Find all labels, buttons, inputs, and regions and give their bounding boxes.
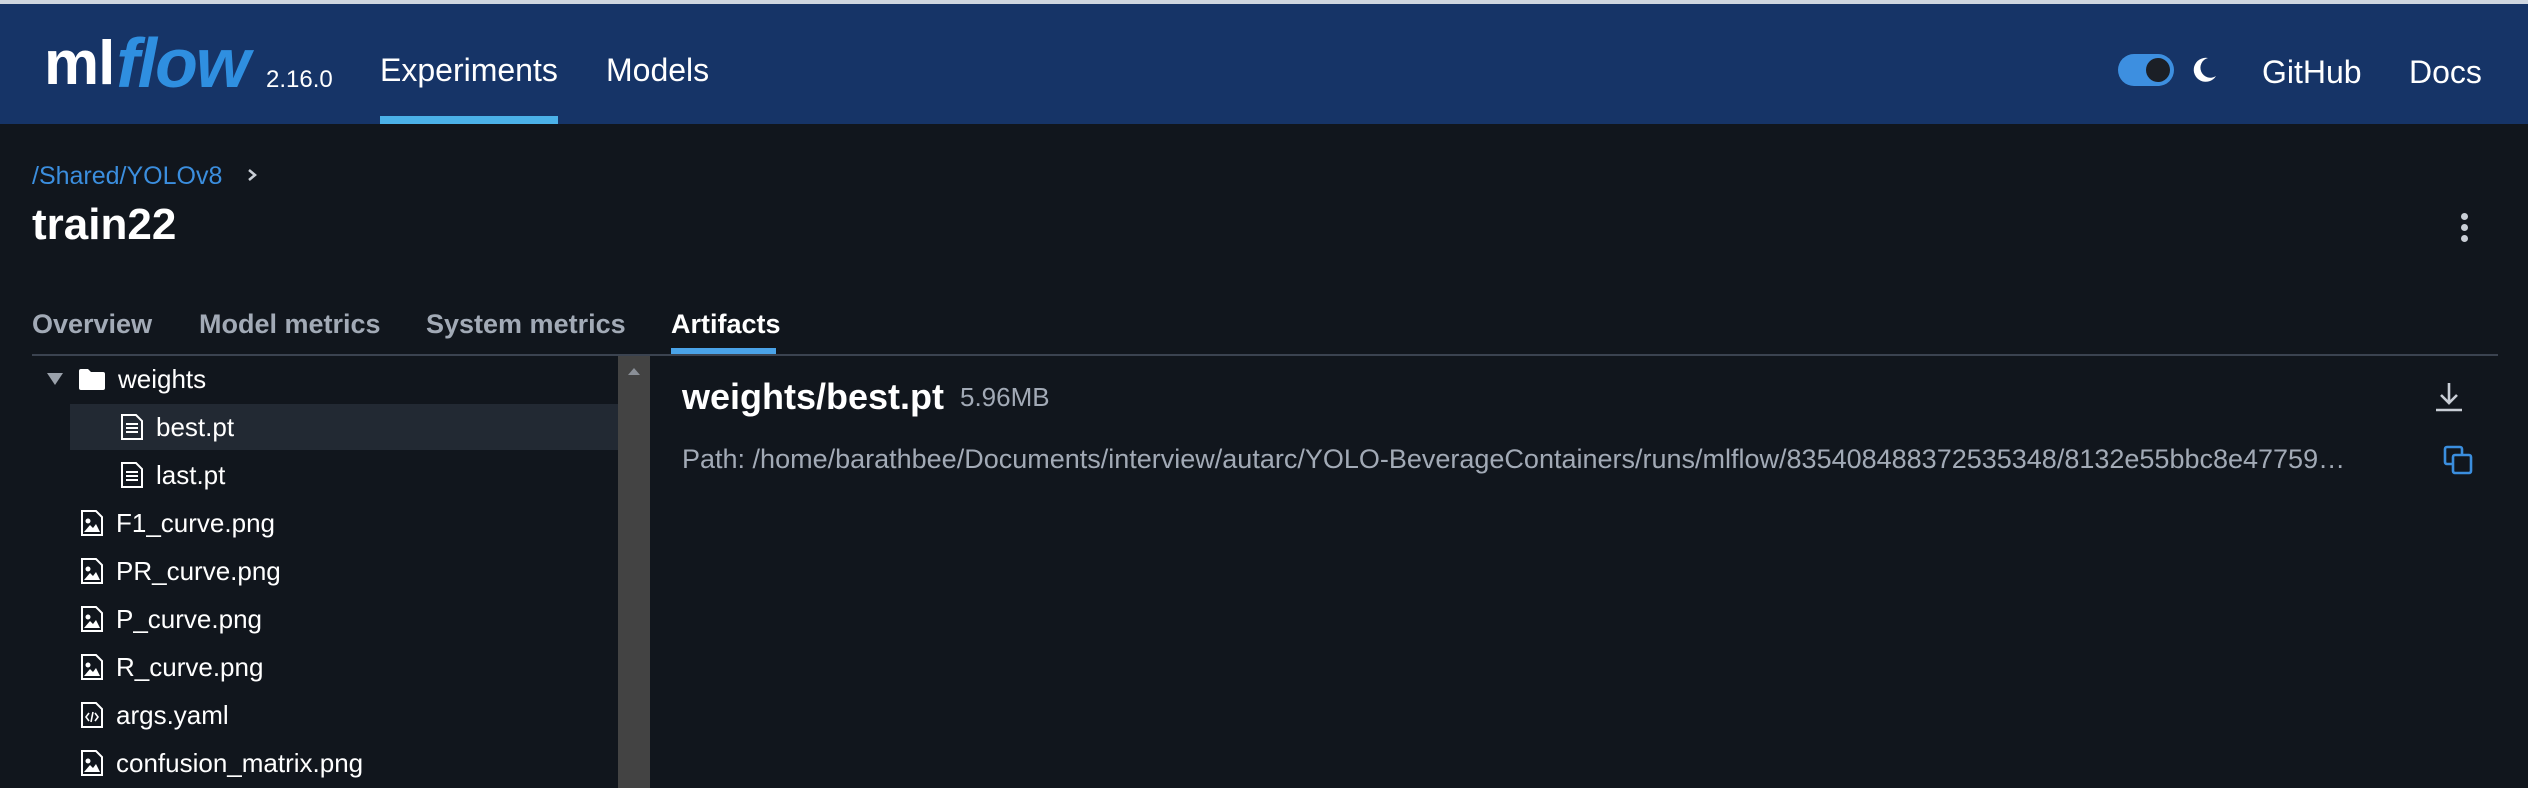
tab-artifacts[interactable]: Artifacts — [671, 309, 781, 340]
logo-ml-text: ml — [44, 28, 115, 98]
version-label: 2.16.0 — [266, 66, 333, 93]
moon-icon — [2193, 57, 2216, 82]
tree-item-label: best.pt — [156, 411, 235, 442]
artifact-size: 5.96MB — [960, 382, 1050, 412]
tree-item-label: last.pt — [156, 459, 226, 490]
breadcrumb-experiment-link[interactable]: /Shared/YOLOv8 — [32, 162, 222, 191]
file-code-icon — [81, 702, 103, 728]
tree-item-last-pt[interactable]: last.pt — [70, 452, 618, 498]
tree-scrollbar[interactable] — [618, 356, 650, 788]
tree-item-args-yaml[interactable]: args.yaml — [32, 692, 618, 738]
tree-item-label: F1_curve.png — [116, 507, 275, 538]
tree-item-confusion-matrix[interactable]: confusion_matrix.png — [32, 740, 618, 786]
toggle-knob — [2146, 58, 2170, 82]
tree-item-label: PR_curve.png — [116, 555, 281, 586]
tree-item-label: R_curve.png — [116, 651, 264, 682]
nav-models[interactable]: Models — [606, 52, 709, 89]
github-link[interactable]: GitHub — [2262, 54, 2362, 91]
tree-item-label: args.yaml — [116, 699, 229, 730]
chevron-right-icon — [248, 169, 257, 181]
file-image-icon — [81, 510, 103, 536]
file-image-icon — [81, 606, 103, 632]
scroll-up-arrow-icon[interactable] — [627, 366, 641, 376]
mlflow-logo[interactable]: ml flow — [44, 18, 250, 108]
copy-icon[interactable] — [2442, 444, 2474, 476]
file-text-icon — [121, 414, 143, 440]
file-image-icon — [81, 750, 103, 776]
file-image-icon — [81, 654, 103, 680]
artifact-path: Path: /home/barathbee/Documents/intervie… — [682, 444, 2346, 474]
tree-item-label: P_curve.png — [116, 603, 262, 634]
tree-item-p-curve[interactable]: P_curve.png — [32, 596, 618, 642]
file-text-icon — [121, 462, 143, 488]
tree-item-pr-curve[interactable]: PR_curve.png — [32, 548, 618, 594]
tree-item-f1-curve[interactable]: F1_curve.png — [32, 500, 618, 546]
download-icon[interactable] — [2432, 380, 2466, 414]
docs-link[interactable]: Docs — [2409, 54, 2482, 91]
tree-item-best-pt[interactable]: best.pt — [70, 404, 618, 450]
top-navigation-bar: ml flow 2.16.0 Experiments Models GitHub… — [0, 4, 2528, 124]
tree-item-label: confusion_matrix.png — [116, 747, 364, 778]
folder-icon — [79, 369, 105, 390]
tab-system-metrics[interactable]: System metrics — [426, 309, 626, 340]
logo-flow-text: flow — [116, 24, 250, 102]
theme-toggle[interactable] — [2118, 54, 2174, 86]
tree-item-weights[interactable]: weights — [32, 356, 618, 402]
tree-item-label: weights — [118, 363, 207, 394]
artifact-tree: weights best.pt last.pt F1_curve.png PR_… — [32, 356, 618, 788]
caret-down-icon — [47, 373, 63, 385]
more-options-icon[interactable] — [2454, 210, 2474, 246]
run-title: train22 — [32, 200, 177, 249]
nav-active-indicator — [380, 116, 558, 124]
tree-item-r-curve[interactable]: R_curve.png — [32, 644, 618, 690]
artifact-title: weights/best.pt — [682, 376, 945, 417]
tab-model-metrics[interactable]: Model metrics — [199, 309, 381, 340]
file-image-icon — [81, 558, 103, 584]
tab-overview[interactable]: Overview — [32, 309, 152, 340]
nav-experiments[interactable]: Experiments — [380, 52, 558, 89]
